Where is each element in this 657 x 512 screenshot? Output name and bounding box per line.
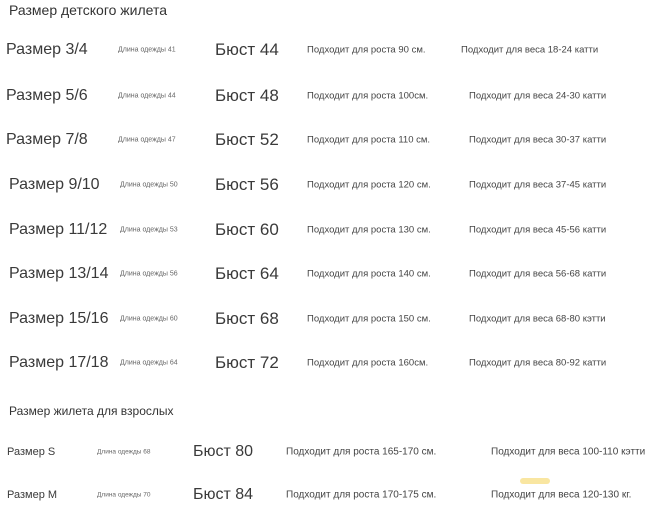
size-row: Размер 13/14 Длина одежды 56 Бюст 64 Под…	[0, 262, 657, 286]
size-label: Размер 9/10	[9, 176, 100, 193]
bust-value: Бюст 84	[193, 486, 254, 503]
bust-value: Бюст 60	[215, 220, 279, 239]
bust-value: Бюст 52	[215, 130, 279, 149]
weight-fit: Подходит для веса 18-24 катти	[461, 44, 599, 56]
size-label: Размер 15/16	[9, 310, 109, 327]
height-fit: Подходит для роста 100см.	[307, 90, 429, 102]
kids-section-heading: Размер детского жилета	[9, 2, 168, 18]
garment-length: Длина одежды 60	[120, 315, 178, 323]
bust-value: Бюст 64	[215, 264, 279, 283]
height-fit: Подходит для роста 150 см.	[307, 313, 431, 325]
size-row: Размер 15/16 Длина одежды 60 Бюст 68 Под…	[0, 307, 657, 331]
height-fit: Подходит для роста 120 см.	[307, 179, 431, 191]
size-label: Размер 3/4	[6, 41, 88, 58]
size-row: Размер 7/8 Длина одежды 47 Бюст 52 Подхо…	[0, 128, 657, 152]
height-fit: Подходит для роста 130 см.	[307, 224, 431, 236]
size-label: Размер 13/14	[9, 265, 109, 282]
weight-fit: Подходит для веса 68-80 кэтти	[469, 313, 606, 325]
size-label: Размер 17/18	[9, 354, 109, 371]
size-label: Размер 5/6	[6, 87, 88, 104]
bust-value: Бюст 48	[215, 86, 279, 105]
weight-fit: Подходит для веса 24-30 катти	[469, 90, 607, 102]
size-label: Размер 11/12	[9, 221, 108, 238]
size-row: Размер M Длина одежды 70 Бюст 84 Подходи…	[0, 483, 657, 507]
weight-fit: Подходит для веса 80-92 катти	[469, 357, 607, 369]
size-row: Размер 5/6 Длина одежды 44 Бюст 48 Подхо…	[0, 84, 657, 108]
size-row: Размер 11/12 Длина одежды 53 Бюст 60 Под…	[0, 218, 657, 242]
weight-fit: Подходит для веса 120-130 кг.	[491, 489, 632, 501]
garment-length: Длина одежды 56	[120, 270, 178, 278]
size-row: Размер S Длина одежды 68 Бюст 80 Подходи…	[0, 440, 657, 464]
bust-value: Бюст 44	[215, 40, 279, 59]
garment-length: Длина одежды 68	[97, 448, 151, 456]
height-fit: Подходит для роста 170-175 см.	[286, 489, 437, 501]
weight-fit: Подходит для веса 30-37 катти	[469, 134, 607, 146]
height-fit: Подходит для роста 160см.	[307, 357, 429, 369]
height-fit: Подходит для роста 110 см.	[307, 134, 431, 146]
garment-length: Длина одежды 64	[120, 359, 178, 367]
weight-fit: Подходит для веса 37-45 катти	[469, 179, 607, 191]
size-row: Размер 17/18 Длина одежды 64 Бюст 72 Под…	[0, 351, 657, 375]
bust-value: Бюст 68	[215, 309, 279, 328]
bust-value: Бюст 56	[215, 175, 279, 194]
bust-value: Бюст 80	[193, 443, 254, 460]
weight-fit: Подходит для веса 45-56 катти	[469, 224, 607, 236]
height-fit: Подходит для роста 140 см.	[307, 268, 431, 280]
garment-length: Длина одежды 50	[120, 181, 178, 189]
size-chart-page: Размер детского жилета Размер 3/4 Длина …	[0, 0, 657, 512]
size-label: Размер M	[7, 489, 58, 501]
adult-section-heading: Размер жилета для взрослых	[9, 404, 174, 418]
weight-fit: Подходит для веса 100-110 кэтти	[491, 446, 646, 458]
height-fit: Подходит для роста 90 см.	[307, 44, 426, 56]
garment-length: Длина одежды 47	[118, 136, 176, 144]
garment-length: Длина одежды 70	[97, 491, 151, 499]
bust-value: Бюст 72	[215, 353, 279, 372]
size-row: Размер 9/10 Длина одежды 50 Бюст 56 Подх…	[0, 173, 657, 197]
size-label: Размер 7/8	[6, 131, 88, 148]
height-fit: Подходит для роста 165-170 см.	[286, 446, 437, 458]
size-label: Размер S	[7, 446, 56, 458]
garment-length: Длина одежды 41	[118, 46, 176, 54]
size-row: Размер 3/4 Длина одежды 41 Бюст 44 Подхо…	[0, 38, 657, 62]
garment-length: Длина одежды 44	[118, 92, 176, 100]
garment-length: Длина одежды 53	[120, 226, 178, 234]
weight-fit: Подходит для веса 56-68 катти	[469, 268, 607, 280]
